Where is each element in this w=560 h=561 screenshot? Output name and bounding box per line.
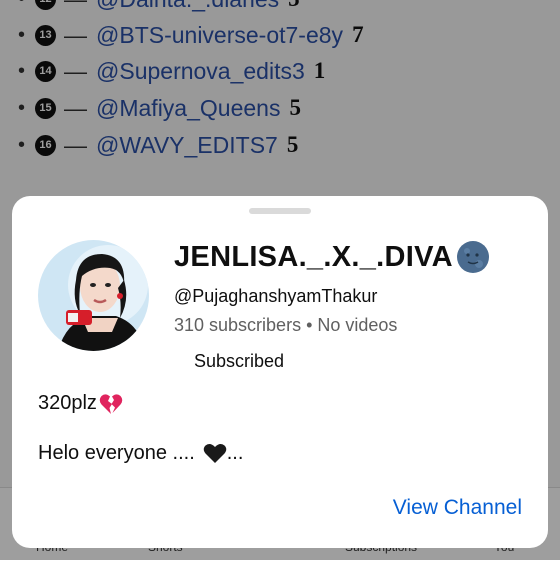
broken-heart-icon — [99, 393, 123, 415]
view-channel-button[interactable]: View Channel — [393, 496, 522, 520]
avatar[interactable] — [38, 240, 149, 351]
channel-handle: @PujaghanshyamThakur — [174, 286, 378, 306]
description-text-2: Helo everyone .... — [38, 442, 195, 464]
channel-name-text: JENLISA._.X._.DIVA — [174, 240, 453, 273]
description-text-1: 320plz — [38, 392, 97, 414]
description-suffix: ... — [226, 442, 244, 464]
channel-bottom-sheet: JENLISA._.X._.DIVA @PujaghanshyamThakur … — [12, 196, 548, 548]
description-line-2: Helo everyone .... ... — [38, 442, 243, 465]
description-line-1: 320plz — [38, 392, 123, 415]
black-heart-icon — [203, 443, 227, 464]
drag-handle[interactable] — [249, 208, 311, 214]
channel-name: JENLISA._.X._.DIVA — [174, 240, 490, 274]
moon-face-icon — [456, 240, 490, 274]
subscribed-button[interactable]: Subscribed — [182, 348, 296, 374]
avatar-image — [38, 240, 149, 351]
channel-stats: 310 subscribers • No videos — [174, 315, 398, 335]
